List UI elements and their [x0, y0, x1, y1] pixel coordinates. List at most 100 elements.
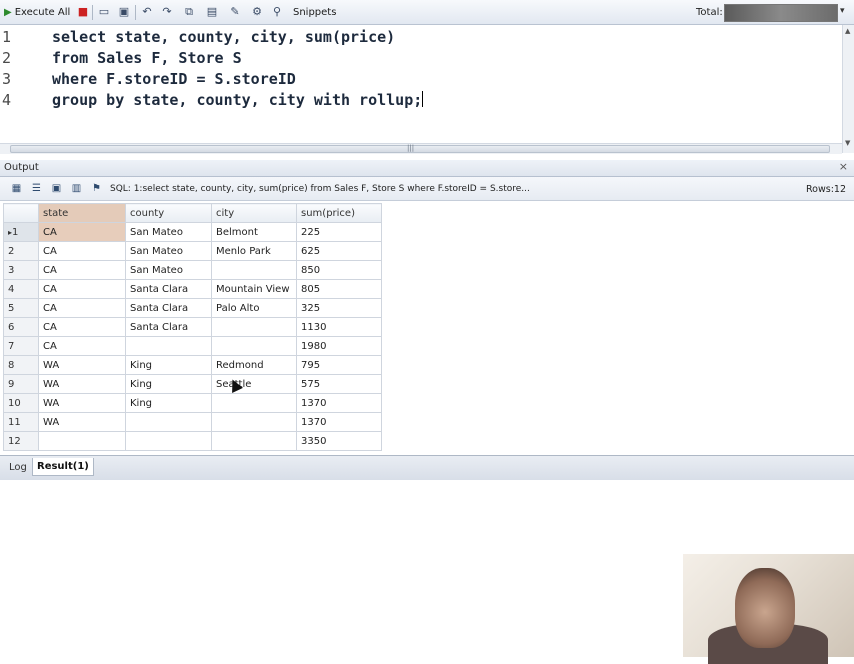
sum-price-cell[interactable]: 795	[296, 355, 382, 375]
state-cell[interactable]: CA	[38, 260, 126, 280]
state-cell[interactable]: WA	[38, 393, 126, 413]
sum-price-cell[interactable]: 1980	[296, 336, 382, 356]
state-cell[interactable]	[38, 431, 126, 451]
state-cell[interactable]: WA	[38, 374, 126, 394]
column-header-sum-price[interactable]: sum(price)	[296, 203, 382, 223]
city-cell[interactable]: Mountain View	[211, 279, 297, 299]
paste-icon[interactable]: ▤	[205, 5, 219, 19]
table-row[interactable]: 9 WA King Seattle 575	[3, 374, 382, 394]
sum-price-cell[interactable]: 325	[296, 298, 382, 318]
county-cell[interactable]	[125, 336, 212, 356]
state-cell[interactable]: CA	[38, 279, 126, 299]
table-row[interactable]: 10 WA King 1370	[3, 393, 382, 413]
row-number-cell[interactable]: 5	[3, 298, 39, 318]
county-cell[interactable]: San Mateo	[125, 241, 212, 261]
chart-icon[interactable]: ▥	[70, 182, 83, 195]
table-row[interactable]: 4 CA Santa Clara Mountain View 805	[3, 279, 382, 299]
table-row[interactable]: 2 CA San Mateo Menlo Park 625	[3, 241, 382, 261]
sum-price-cell[interactable]: 1370	[296, 412, 382, 432]
table-row[interactable]: 11 WA 1370	[3, 412, 382, 432]
row-number-cell[interactable]: 6	[3, 317, 39, 337]
text-view-icon[interactable]: ☰	[30, 182, 43, 195]
sum-price-cell[interactable]: 225	[296, 222, 382, 242]
code-text[interactable]: from Sales F, Store S	[52, 47, 242, 69]
city-cell[interactable]: Belmont	[211, 222, 297, 242]
undo-icon[interactable]: ↶	[140, 5, 154, 19]
row-number-header[interactable]	[3, 203, 39, 223]
code-text[interactable]: select state, county, city, sum(price)	[52, 26, 395, 48]
state-cell[interactable]: CA	[38, 241, 126, 261]
county-cell[interactable]: San Mateo	[125, 260, 212, 280]
close-icon[interactable]: ×	[839, 160, 848, 173]
code-text[interactable]: group by state, county, city with rollup…	[52, 89, 424, 111]
scroll-down-icon[interactable]: ▼	[845, 139, 850, 147]
county-cell[interactable]: San Mateo	[125, 222, 212, 242]
sum-price-cell[interactable]: 3350	[296, 431, 382, 451]
state-cell[interactable]: CA	[38, 336, 126, 356]
state-cell[interactable]: CA	[38, 317, 126, 337]
sql-editor[interactable]: 1 select state, county, city, sum(price)…	[0, 25, 842, 145]
scrollbar-thumb[interactable]	[10, 145, 830, 153]
table-row[interactable]: 12 3350	[3, 431, 382, 451]
county-cell[interactable]: Santa Clara	[125, 279, 212, 299]
city-cell[interactable]	[211, 412, 297, 432]
city-cell[interactable]	[211, 431, 297, 451]
county-cell[interactable]: King	[125, 393, 212, 413]
sum-price-cell[interactable]: 575	[296, 374, 382, 394]
row-number-cell[interactable]: 3	[3, 260, 39, 280]
sum-price-cell[interactable]: 850	[296, 260, 382, 280]
chevron-down-icon[interactable]: ▾	[840, 6, 845, 16]
execute-all-button[interactable]: ▶ Execute All	[4, 4, 70, 21]
stop-icon[interactable]: ■	[76, 5, 90, 19]
settings-icon[interactable]: ⚙	[250, 5, 264, 19]
row-number-cell[interactable]: ▸1	[3, 222, 39, 242]
county-cell[interactable]	[125, 431, 212, 451]
row-number-cell[interactable]: 2	[3, 241, 39, 261]
table-row[interactable]: 5 CA Santa Clara Palo Alto 325	[3, 298, 382, 318]
row-number-cell[interactable]: 7	[3, 336, 39, 356]
clear-icon[interactable]: ✎	[228, 5, 242, 19]
filter-icon[interactable]: ⚑	[90, 182, 103, 195]
county-cell[interactable]	[125, 412, 212, 432]
table-row[interactable]: 7 CA 1980	[3, 336, 382, 356]
state-cell[interactable]: WA	[38, 355, 126, 375]
city-cell[interactable]: Seattle	[211, 374, 297, 394]
table-row[interactable]: 6 CA Santa Clara 1130	[3, 317, 382, 337]
city-cell[interactable]: Palo Alto	[211, 298, 297, 318]
city-cell[interactable]	[211, 336, 297, 356]
table-row[interactable]: 8 WA King Redmond 795	[3, 355, 382, 375]
tab-log[interactable]: Log	[5, 458, 31, 476]
code-text[interactable]: where F.storeID = S.storeID	[52, 68, 296, 90]
export-icon[interactable]: ▣	[50, 182, 63, 195]
sum-price-cell[interactable]: 625	[296, 241, 382, 261]
table-row[interactable]: 3 CA San Mateo 850	[3, 260, 382, 280]
column-header-city[interactable]: city	[211, 203, 297, 223]
copy-icon[interactable]: ⧉	[182, 5, 196, 19]
row-number-cell[interactable]: 9	[3, 374, 39, 394]
city-cell[interactable]: Menlo Park	[211, 241, 297, 261]
sum-price-cell[interactable]: 1370	[296, 393, 382, 413]
column-header-state[interactable]: state	[38, 203, 126, 223]
save-icon[interactable]: ▣	[117, 5, 131, 19]
row-number-cell[interactable]: 11	[3, 412, 39, 432]
city-cell[interactable]	[211, 393, 297, 413]
county-cell[interactable]: King	[125, 355, 212, 375]
redo-icon[interactable]: ↷	[160, 5, 174, 19]
new-icon[interactable]: ▭	[97, 5, 111, 19]
editor-vertical-scrollbar[interactable]: ▲ ▼	[842, 25, 854, 153]
table-row[interactable]: ▸1 CA San Mateo Belmont 225	[3, 222, 382, 242]
city-cell[interactable]	[211, 317, 297, 337]
editor-horizontal-scrollbar[interactable]: |||	[0, 143, 842, 154]
row-number-cell[interactable]: 12	[3, 431, 39, 451]
snippets-button[interactable]: Snippets	[293, 4, 336, 21]
column-header-county[interactable]: county	[125, 203, 212, 223]
row-number-cell[interactable]: 8	[3, 355, 39, 375]
county-cell[interactable]: King	[125, 374, 212, 394]
state-cell[interactable]: CA	[38, 298, 126, 318]
tab-result[interactable]: Result(1)	[32, 458, 94, 476]
county-cell[interactable]: Santa Clara	[125, 298, 212, 318]
grid-view-icon[interactable]: ▦	[10, 182, 23, 195]
state-cell[interactable]: WA	[38, 412, 126, 432]
scroll-up-icon[interactable]: ▲	[845, 27, 850, 35]
state-cell[interactable]: CA	[38, 222, 126, 242]
